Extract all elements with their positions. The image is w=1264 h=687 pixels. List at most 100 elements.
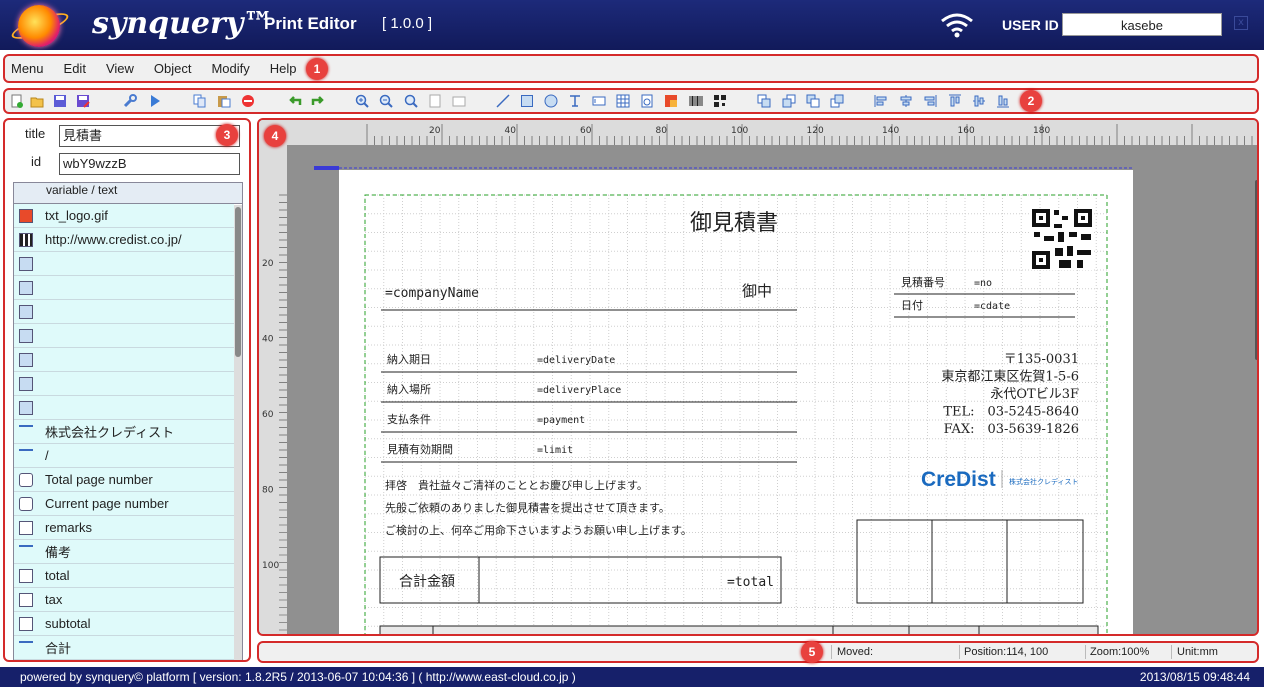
info-row-field[interactable]: =limit xyxy=(537,445,573,456)
company-name-field[interactable]: =companyName xyxy=(385,286,479,301)
info-row-field[interactable]: =payment xyxy=(537,415,585,426)
zoom-in-icon[interactable] xyxy=(355,94,369,108)
variable-list-item[interactable] xyxy=(14,276,234,300)
address-line[interactable]: TEL: 03-5245-8640 xyxy=(943,405,1079,420)
variable-list-item[interactable]: 備考 xyxy=(14,540,234,564)
info-row-label[interactable]: 見積有効期間 xyxy=(387,442,453,456)
date-label[interactable]: 日付 xyxy=(901,299,923,312)
vertical-ruler xyxy=(259,120,287,634)
menu-view[interactable]: View xyxy=(106,61,134,76)
info-row-field[interactable]: =deliveryPlace xyxy=(537,385,621,396)
copy-icon[interactable] xyxy=(193,94,207,108)
barcode-icon[interactable] xyxy=(689,94,703,108)
menu-help[interactable]: Help xyxy=(270,61,297,76)
variable-list-item[interactable] xyxy=(14,300,234,324)
variable-list-scrollbar[interactable] xyxy=(234,205,242,660)
bring-front-icon[interactable] xyxy=(757,94,771,108)
circle-icon[interactable] xyxy=(544,94,558,108)
menu-object[interactable]: Object xyxy=(154,61,192,76)
greeting-line[interactable]: ご検討の上、何卒ご用命下さいますようお願い申し上げます。 xyxy=(385,523,692,537)
variable-list-item[interactable]: txt_logo.gif xyxy=(14,204,234,228)
variable-list-item[interactable]: remarks xyxy=(14,516,234,540)
variable-list-item[interactable]: / xyxy=(14,444,234,468)
line-icon[interactable] xyxy=(496,94,510,108)
variable-list-item[interactable] xyxy=(14,324,234,348)
variable-list-item[interactable]: Total page number xyxy=(14,468,234,492)
paste-icon[interactable] xyxy=(217,94,231,108)
redo-icon[interactable] xyxy=(311,94,325,108)
greeting-line[interactable]: 拝啓 貴社益々ご清祥のこととお慶び申し上げます。 xyxy=(385,478,648,492)
align-center-icon[interactable] xyxy=(899,94,913,108)
variable-list-item[interactable]: http://www.credist.co.jp/ xyxy=(14,228,234,252)
variable-list-item[interactable] xyxy=(14,252,234,276)
image-icon[interactable] xyxy=(664,94,678,108)
qrcode-icon[interactable] xyxy=(713,94,727,108)
delete-icon[interactable] xyxy=(241,94,255,108)
variable-list-item[interactable]: 株式会社クレディスト xyxy=(14,420,234,444)
align-middle-icon[interactable] xyxy=(972,94,986,108)
align-bottom-icon[interactable] xyxy=(996,94,1010,108)
info-row-label[interactable]: 納入期日 xyxy=(387,353,431,366)
title-field[interactable]: 見積書 xyxy=(59,125,240,147)
variable-list-item[interactable]: total xyxy=(14,564,234,588)
info-row-field[interactable]: =deliveryDate xyxy=(537,355,615,366)
settings-icon[interactable] xyxy=(123,94,137,108)
close-icon[interactable]: x xyxy=(1234,16,1248,30)
align-right-icon[interactable] xyxy=(923,94,937,108)
address-line[interactable]: 東京都江東区佐賀1-5-6 xyxy=(941,369,1079,385)
align-left-icon[interactable] xyxy=(874,94,888,108)
design-canvas[interactable]: 20 40 60 80 100 120 140 160 180 20 40 60 80 100 御見積書 … xyxy=(257,118,1259,636)
menu-bar: Menu Edit View Object Modify Help xyxy=(3,54,1259,83)
field-icon[interactable] xyxy=(592,94,606,108)
save-as-icon[interactable] xyxy=(76,94,90,108)
open-icon[interactable] xyxy=(30,94,44,108)
zoom-out-icon[interactable] xyxy=(379,94,393,108)
menu-modify[interactable]: Modify xyxy=(211,61,249,76)
variable-list-item[interactable]: 合計 xyxy=(14,636,234,660)
send-back-icon[interactable] xyxy=(830,94,844,108)
onchu-text[interactable]: 御中 xyxy=(742,282,772,300)
address-line[interactable]: FAX: 03-5639-1826 xyxy=(944,422,1079,437)
info-row-label[interactable]: 納入場所 xyxy=(387,383,431,396)
send-backward-icon[interactable] xyxy=(806,94,820,108)
marker-3: 3 xyxy=(216,124,238,146)
menu-menu[interactable]: Menu xyxy=(11,61,44,76)
new-icon[interactable] xyxy=(10,94,24,108)
user-id-field[interactable]: kasebe xyxy=(1062,13,1222,36)
menu-edit[interactable]: Edit xyxy=(64,61,86,76)
zoom-fit-icon[interactable] xyxy=(404,94,418,108)
rect-icon[interactable] xyxy=(520,94,534,108)
variable-list-item[interactable]: Current page number xyxy=(14,492,234,516)
wifi-icon xyxy=(941,13,973,38)
greeting-line[interactable]: 先般ご依頼のありました御見積書を提出させて頂きます。 xyxy=(385,501,670,515)
canvas-drawing[interactable]: 20 40 60 80 100 120 140 160 18020406080100 御見積書 … xyxy=(259,120,1259,636)
save-icon[interactable] xyxy=(53,94,67,108)
align-top-icon[interactable] xyxy=(948,94,962,108)
address-line[interactable]: 〒135-0031 xyxy=(1004,352,1079,367)
undo-icon[interactable] xyxy=(288,94,302,108)
pagenum-icon[interactable] xyxy=(640,94,654,108)
canvas-scrollbar[interactable] xyxy=(1255,180,1259,360)
page2-icon[interactable] xyxy=(452,94,466,108)
scrollbar-thumb[interactable] xyxy=(235,207,241,357)
text-icon[interactable] xyxy=(568,94,582,108)
page-icon[interactable] xyxy=(428,94,442,108)
variable-list-item[interactable]: subtotal xyxy=(14,612,234,636)
doc-qrcode[interactable] xyxy=(1031,208,1093,270)
estimate-no-label[interactable]: 見積番号 xyxy=(901,275,945,289)
variable-list-item[interactable] xyxy=(14,372,234,396)
bring-forward-icon[interactable] xyxy=(782,94,796,108)
table-icon[interactable] xyxy=(616,94,630,108)
info-row-label[interactable]: 支払条件 xyxy=(387,412,431,426)
address-line[interactable]: 永代OTビル3F xyxy=(990,387,1079,402)
estimate-no-field[interactable]: =no xyxy=(974,278,992,289)
id-field[interactable]: wbY9wzzB xyxy=(59,153,240,175)
doc-title[interactable]: 御見積書 xyxy=(690,211,778,236)
variable-list-item[interactable] xyxy=(14,396,234,420)
variable-list-item[interactable] xyxy=(14,348,234,372)
variable-list-item[interactable]: tax xyxy=(14,588,234,612)
detail-table-header[interactable] xyxy=(379,625,1099,636)
preview-icon[interactable] xyxy=(148,94,162,108)
date-field[interactable]: =cdate xyxy=(974,301,1010,312)
ruler-label-h: 100 xyxy=(731,126,748,136)
